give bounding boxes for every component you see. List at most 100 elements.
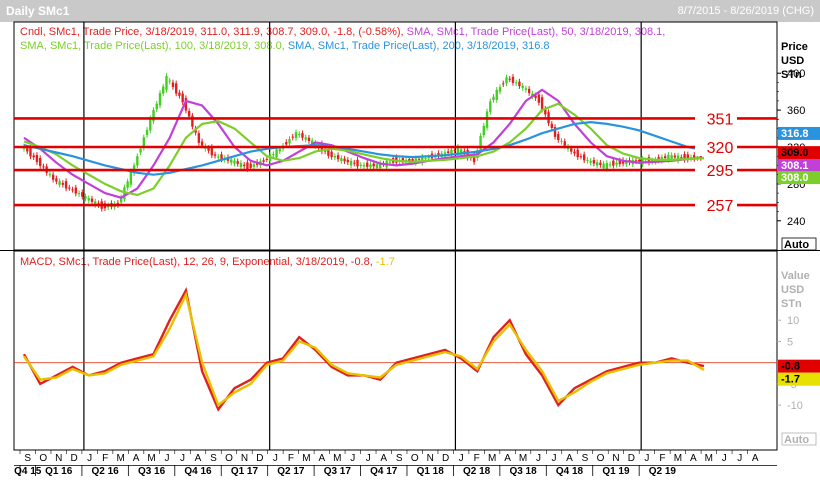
candle-body	[605, 163, 609, 170]
candle-body	[495, 89, 498, 100]
candle-body	[599, 162, 602, 165]
price-tick-label: 360	[787, 105, 805, 117]
candle-body	[560, 140, 563, 142]
candle-body	[586, 159, 589, 161]
month-label: J	[180, 453, 185, 464]
candle-body	[168, 80, 171, 82]
price-tick-label: 240	[787, 216, 805, 228]
candle-body	[285, 142, 288, 145]
month-label: M	[116, 453, 124, 464]
candle-body	[35, 154, 39, 163]
candle-body	[38, 158, 42, 166]
quarter-label: Q4 17	[370, 466, 398, 477]
candle-body	[343, 158, 346, 162]
candle-body	[68, 187, 71, 189]
candle-body	[508, 78, 511, 80]
candle-body	[171, 82, 175, 88]
candle-body	[236, 161, 239, 164]
macd-tag-label: -0.8	[781, 361, 800, 373]
candle-body	[346, 159, 350, 163]
candle-body	[333, 156, 337, 158]
candle-body	[291, 136, 294, 138]
candle-body	[537, 94, 541, 103]
candle-body	[680, 157, 683, 159]
candle-body	[55, 178, 58, 182]
candle-body	[84, 196, 87, 199]
candle-body	[307, 137, 311, 142]
month-label: A	[133, 453, 140, 464]
month-label: M	[147, 453, 155, 464]
candle-body	[492, 96, 495, 100]
candle-body	[288, 138, 291, 144]
month-label: J	[644, 453, 649, 464]
candle-body	[576, 149, 579, 158]
candle-body	[42, 166, 45, 168]
candle-body	[453, 150, 456, 152]
candle-body	[362, 164, 366, 167]
month-label: S	[582, 453, 589, 464]
month-label: N	[241, 453, 248, 464]
candle-body	[242, 164, 246, 166]
candle-body	[592, 159, 596, 164]
macd-tick-label: -10	[787, 400, 803, 412]
candle-body	[200, 141, 204, 146]
candle-body	[207, 147, 210, 151]
candle-body	[61, 182, 65, 185]
candle-body	[145, 129, 149, 136]
quarter-label: Q2 16	[92, 466, 120, 477]
candle-body	[514, 82, 518, 84]
month-label: J	[737, 453, 742, 464]
month-label: F	[288, 453, 294, 464]
candle-body	[349, 160, 353, 166]
candle-body	[58, 181, 61, 185]
price-macd-chart[interactable]: 351320295257 PriceUSDSTn4003603202802403…	[0, 0, 820, 497]
quarter-label: Q3 16	[138, 466, 166, 477]
candle-body	[294, 132, 298, 139]
sma-line	[23, 88, 705, 199]
axis-layer: PriceUSDSTn400360320280240316.8309.0308.…	[14, 41, 820, 477]
quarter-label: Q4 16	[184, 466, 212, 477]
month-label: S	[24, 453, 31, 464]
candle-body	[136, 156, 139, 166]
month-label: J	[722, 453, 727, 464]
candle-body	[375, 164, 379, 169]
candle-body	[336, 155, 340, 160]
month-label: M	[519, 453, 527, 464]
candle-body	[550, 123, 554, 129]
candle-body	[90, 198, 94, 202]
candle-body	[638, 159, 641, 162]
candle-body	[162, 86, 165, 94]
month-label: D	[442, 453, 449, 464]
month-label: M	[488, 453, 496, 464]
quarter-label: Q1 19	[602, 466, 630, 477]
month-label: J	[273, 453, 278, 464]
candle-body	[301, 133, 304, 138]
month-label: M	[674, 453, 682, 464]
level-label: 257	[707, 198, 734, 215]
candle-body	[424, 158, 427, 160]
candle-body	[77, 193, 81, 195]
candle-body	[340, 158, 343, 162]
candle-body	[26, 148, 29, 152]
candle-body	[181, 93, 184, 103]
month-label: M	[333, 453, 341, 464]
candle-body	[570, 148, 573, 152]
candle-body	[582, 154, 586, 161]
candle-body	[149, 118, 152, 131]
candle-body	[673, 155, 677, 158]
month-label: A	[504, 453, 511, 464]
month-label: O	[597, 453, 605, 464]
quarter-label: Q1 18	[417, 466, 445, 477]
month-label: A	[380, 453, 387, 464]
candle-body	[602, 163, 605, 169]
candle-body	[239, 162, 243, 168]
level-label: 295	[707, 163, 734, 180]
macd-line	[22, 287, 705, 412]
month-label: J	[350, 453, 355, 464]
candle-body	[278, 148, 282, 152]
price-tag-label: 308.1	[781, 160, 809, 172]
candle-body	[51, 174, 55, 180]
price-tag-label: 309.0	[781, 147, 809, 159]
macd-auto-scale-label: Auto	[784, 434, 809, 446]
chart-grid	[0, 21, 820, 451]
